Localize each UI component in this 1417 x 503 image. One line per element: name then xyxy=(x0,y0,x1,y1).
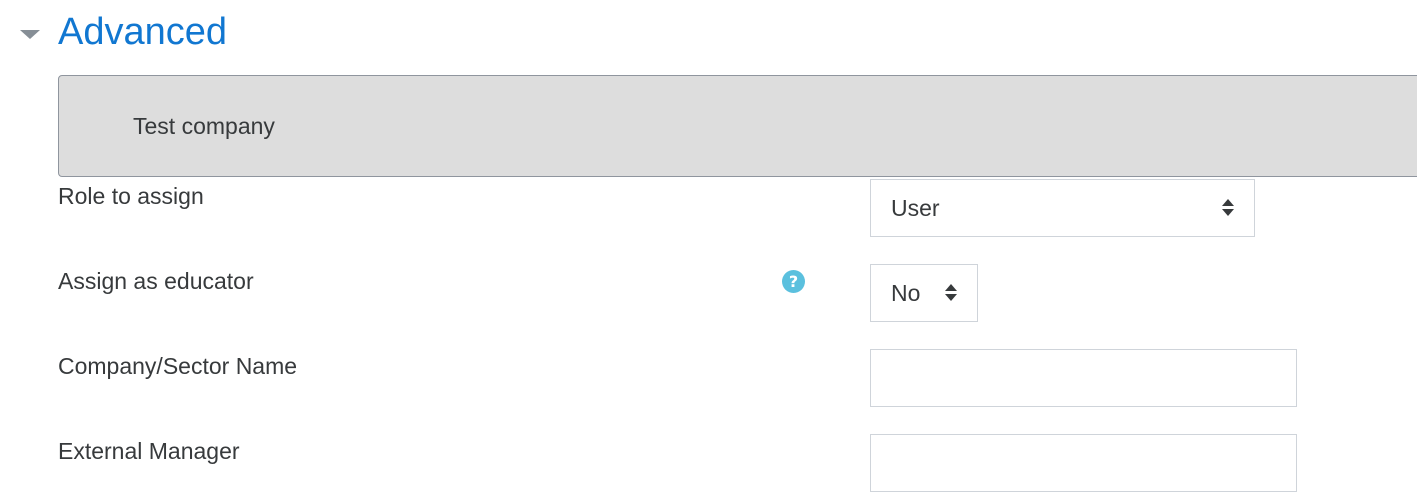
question-circle-icon[interactable]: ? xyxy=(782,270,805,293)
company-sector-name-input[interactable] xyxy=(870,349,1297,407)
assign-as-educator-select[interactable]: No xyxy=(870,264,978,322)
role-to-assign-select[interactable]: User xyxy=(870,179,1255,237)
select-arrows-icon xyxy=(945,284,957,304)
section-title[interactable]: Advanced xyxy=(58,8,227,56)
external-manager-label: External Manager xyxy=(58,438,240,464)
company-name: Test company xyxy=(133,113,275,139)
chevron-down-icon[interactable] xyxy=(20,29,40,39)
assign-as-educator-label: Assign as educator xyxy=(58,268,254,294)
company-box: Test company xyxy=(58,75,1417,177)
role-select-value: User xyxy=(891,195,940,221)
select-arrows-icon xyxy=(1222,199,1234,219)
advanced-section-toggle[interactable]: Advanced xyxy=(20,8,227,56)
company-sector-name-label: Company/Sector Name xyxy=(58,353,298,379)
external-manager-input[interactable] xyxy=(870,434,1297,492)
role-to-assign-label: Role to assign xyxy=(58,183,204,209)
educator-select-value: No xyxy=(891,280,921,306)
form-page: Advanced Test company Role to assign Use… xyxy=(0,0,1417,503)
